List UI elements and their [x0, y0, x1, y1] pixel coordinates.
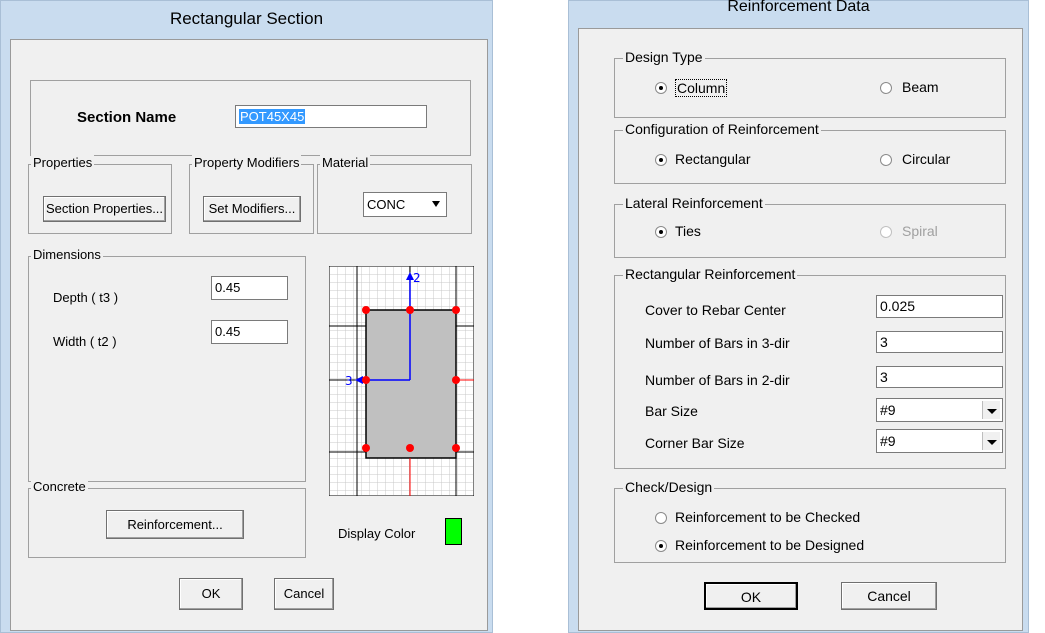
section-name-input[interactable]: POT45X45 — [235, 105, 427, 128]
column-label[interactable]: Column — [675, 79, 728, 97]
spiral-label: Spiral — [902, 223, 938, 239]
rebar-point — [406, 306, 414, 314]
bar-size-value: #9 — [880, 402, 896, 418]
modifiers-group-title: Property Modifiers — [192, 155, 302, 170]
dimensions-group-title: Dimensions — [31, 247, 103, 262]
set-modifiers-button[interactable]: Set Modifiers... — [203, 196, 301, 222]
rectangular-radio[interactable] — [655, 154, 667, 166]
ok-button[interactable]: OK — [179, 578, 243, 610]
depth-input[interactable]: 0.45 — [211, 276, 288, 300]
cancel-button[interactable]: Cancel — [841, 582, 937, 610]
width-input[interactable]: 0.45 — [211, 320, 288, 344]
axis-2-label: 2 — [413, 271, 421, 285]
rebar-point — [362, 376, 370, 384]
display-color-label: Display Color — [338, 526, 416, 541]
material-value: CONC — [367, 197, 406, 212]
design-type-group: Design Type — [614, 49, 1006, 118]
chevron-down-icon[interactable] — [982, 432, 1000, 450]
ties-label[interactable]: Ties — [675, 223, 701, 239]
corner-bar-size-select[interactable]: #9 — [876, 429, 1003, 453]
material-select[interactable]: CONC — [363, 192, 447, 217]
width-label: Width ( t2 ) — [53, 334, 117, 349]
rebar-point — [452, 444, 460, 452]
rectangular-section-window: Rectangular Section Section Name POT45X4… — [0, 0, 493, 633]
rebar-point — [452, 376, 460, 384]
chevron-down-icon[interactable] — [982, 401, 1000, 419]
reinforcement-designed-radio[interactable] — [655, 540, 667, 552]
rebar-point — [452, 306, 460, 314]
reinforcement-checked-label[interactable]: Reinforcement to be Checked — [675, 509, 860, 525]
bars-2-dir-input[interactable]: 3 — [876, 366, 1003, 388]
section-preview: 2 3 — [329, 266, 474, 496]
lateral-group-title: Lateral Reinforcement — [623, 195, 765, 211]
bar-size-label: Bar Size — [645, 403, 698, 419]
rect-reinf-group-title: Rectangular Reinforcement — [623, 266, 798, 282]
bar-size-select[interactable]: #9 — [876, 398, 1003, 422]
display-color-swatch[interactable] — [445, 518, 462, 545]
design-type-group-title: Design Type — [623, 49, 705, 65]
chevron-down-icon[interactable] — [432, 201, 440, 207]
rebar-point — [362, 444, 370, 452]
concrete-section — [365, 309, 457, 459]
concrete-group-title: Concrete — [31, 479, 88, 494]
cancel-button[interactable]: Cancel — [274, 578, 334, 610]
depth-label: Depth ( t3 ) — [53, 290, 119, 305]
rebar-point — [406, 444, 414, 452]
cover-label: Cover to Rebar Center — [645, 302, 786, 318]
column-radio[interactable] — [655, 82, 667, 94]
reinforcement-button[interactable]: Reinforcement... — [106, 510, 244, 539]
ok-button[interactable]: OK — [704, 582, 798, 610]
circular-radio[interactable] — [880, 154, 892, 166]
beam-label[interactable]: Beam — [902, 79, 939, 95]
lateral-reinforcement-group: Lateral Reinforcement — [614, 195, 1006, 258]
material-group-title: Material — [320, 155, 371, 170]
axis-3-label: 3 — [345, 374, 353, 388]
dialog-client-area: Design Type Column Beam Configuration of… — [578, 28, 1023, 631]
window-title: Reinforcement Data — [727, 0, 870, 15]
configuration-group-title: Configuration of Reinforcement — [623, 121, 821, 137]
bars-2-dir-label: Number of Bars in 2-dir — [645, 372, 790, 388]
ties-radio[interactable] — [655, 226, 667, 238]
section-name-label: Section Name — [77, 109, 177, 126]
bars-3-dir-input[interactable]: 3 — [876, 331, 1003, 353]
reinforcement-designed-label[interactable]: Reinforcement to be Designed — [675, 537, 864, 553]
circular-label[interactable]: Circular — [902, 151, 950, 167]
corner-bar-size-label: Corner Bar Size — [645, 435, 745, 451]
properties-group-title: Properties — [31, 155, 95, 170]
section-properties-button[interactable]: Section Properties... — [43, 196, 166, 222]
cover-input[interactable]: 0.025 — [876, 295, 1003, 318]
section-name-selected-text: POT45X45 — [239, 109, 306, 124]
beam-radio[interactable] — [880, 82, 892, 94]
reinforcement-checked-radio[interactable] — [655, 512, 667, 524]
rectangular-label[interactable]: Rectangular — [675, 151, 751, 167]
reinforcement-data-window: Reinforcement Data Design Type Column Be… — [568, 0, 1029, 633]
rebar-point — [362, 306, 370, 314]
window-title: Rectangular Section — [169, 9, 324, 28]
spiral-radio — [880, 226, 892, 238]
check-design-group-title: Check/Design — [623, 479, 715, 495]
dialog-client-area: Section Name POT45X45 Properties Section… — [10, 39, 488, 631]
corner-bar-size-value: #9 — [880, 433, 896, 449]
bars-3-dir-label: Number of Bars in 3-dir — [645, 335, 790, 351]
